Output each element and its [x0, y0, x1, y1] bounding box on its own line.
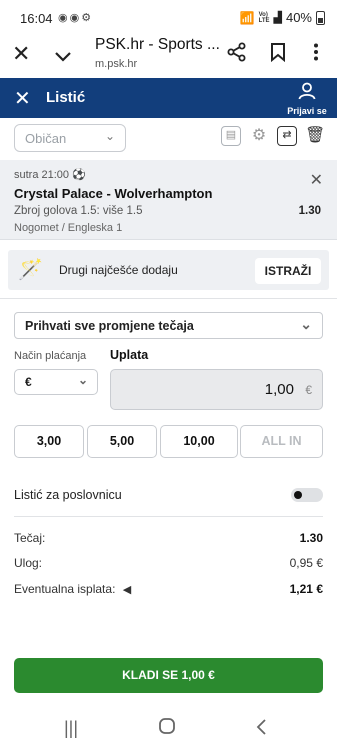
bet-match: Crystal Palace - Wolverhampton	[14, 186, 213, 201]
calculator-icon[interactable]: ▤	[221, 126, 241, 146]
chevron-down-icon: ⌄	[300, 316, 312, 332]
quick-stake-10[interactable]: 10,00	[160, 425, 238, 458]
settings-icon[interactable]: ⚙	[249, 126, 269, 146]
place-bet-button[interactable]: KLADI SE 1,00 €	[14, 658, 323, 693]
summary-stake-label: Ulog:	[14, 556, 43, 570]
close-tab-icon[interactable]: ✕	[12, 41, 30, 67]
status-right: 📶 Vo) LTE ▟ 40%	[240, 10, 325, 25]
wifi-icon: 📶	[239, 10, 255, 25]
summary-payout-row: Eventualna isplata: ◀ 1,21 €	[14, 582, 323, 596]
summary-odds-value: 1.30	[299, 531, 323, 545]
notification-icons: ◉◉⚙	[58, 12, 94, 24]
volte-icon: Vo) LTE	[258, 11, 270, 24]
payout-info-icon[interactable]: ◀	[123, 584, 131, 596]
odds-change-value: Prihvati sve promjene tečaja	[25, 319, 194, 333]
chevron-down-icon: ⌄	[104, 129, 115, 143]
slip-title: Listić	[46, 89, 86, 106]
chevron-down-icon: ⌄	[77, 373, 88, 387]
remove-bet-icon[interactable]: ✕	[310, 170, 323, 190]
bookmark-icon[interactable]	[270, 42, 286, 67]
page-url[interactable]: m.psk.hr	[95, 58, 137, 70]
currency-value: €	[25, 375, 32, 389]
page-title: PSK.hr - Sports ...	[95, 36, 220, 53]
battery-icon	[316, 10, 325, 25]
status-time: 16:04	[20, 11, 53, 26]
user-icon	[298, 82, 316, 100]
bet-selection: sutra 21:00 ⚽ Crystal Palace - Wolverham…	[0, 160, 337, 240]
signal-icon: ▟	[273, 12, 282, 24]
slip-type-select[interactable]: Običan ⌄	[14, 124, 126, 152]
suggestion-text: Drugi najčešće dodaju	[59, 263, 178, 277]
stake-value: 1,00	[264, 381, 294, 398]
chevron-down-icon[interactable]	[54, 43, 72, 69]
close-slip-icon[interactable]: ✕	[14, 86, 31, 111]
status-bar: 16:04 ◉◉⚙ 📶 Vo) LTE ▟ 40%	[0, 0, 337, 34]
payment-method-label: Način plaćanja	[14, 350, 87, 362]
divider	[14, 516, 323, 517]
system-nav-bar: |||	[0, 712, 337, 750]
summary-stake-row: Ulog: 0,95 €	[14, 556, 323, 570]
shop-slip-label: Listić za poslovnicu	[14, 488, 122, 502]
login-button[interactable]: Prijavi se	[287, 82, 327, 116]
summary-odds-row: Tečaj: 1.30	[14, 531, 323, 545]
slip-type-value: Običan	[25, 131, 67, 146]
divider	[0, 298, 337, 299]
summary-stake-value: 0,95 €	[289, 556, 323, 570]
explore-button[interactable]: ISTRAŽI	[255, 258, 321, 284]
all-in-button[interactable]: ALL IN	[240, 425, 323, 458]
bet-league: Nogomet / Engleska 1	[14, 222, 123, 234]
stake-input[interactable]: 1,00 €	[110, 369, 323, 410]
quick-stake-5[interactable]: 5,00	[87, 425, 157, 458]
magic-wand-icon: 🪄	[18, 259, 43, 281]
quick-stake-3[interactable]: 3,00	[14, 425, 84, 458]
summary-odds-label: Tečaj:	[14, 531, 46, 545]
summary-payout-label: Eventualna isplata:	[14, 582, 116, 596]
recent-apps-icon[interactable]: |||	[64, 718, 78, 739]
suggestion-banner: 🪄 Drugi najčešće dodaju ISTRAŽI	[8, 250, 329, 290]
summary-payout-value: 1,21 €	[289, 582, 323, 596]
bet-time: sutra 21:00 ⚽	[14, 169, 86, 181]
more-menu-icon[interactable]	[313, 43, 319, 66]
home-icon[interactable]	[158, 717, 176, 740]
football-icon: ⚽	[72, 169, 86, 181]
toggle-knob	[294, 491, 302, 499]
trash-icon[interactable]: 🗑	[305, 126, 325, 146]
currency-select[interactable]: € ⌄	[14, 369, 98, 395]
stake-currency: €	[305, 383, 312, 397]
login-label: Prijavi se	[287, 106, 327, 116]
odds-change-select[interactable]: Prihvati sve promjene tečaja ⌄	[14, 312, 323, 339]
stake-label: Uplata	[110, 348, 149, 362]
browser-bar: ✕ PSK.hr - Sports ... m.psk.hr	[0, 34, 337, 78]
slip-header: ✕ Listić Prijavi se	[0, 78, 337, 118]
bet-market: Zbroj golova 1.5: više 1.5	[14, 205, 143, 217]
battery-percent: 40%	[285, 10, 312, 25]
shop-slip-toggle[interactable]	[291, 488, 323, 502]
back-icon[interactable]	[255, 718, 267, 741]
share-slip-icon[interactable]: ⇄	[277, 126, 297, 146]
share-icon[interactable]	[227, 42, 247, 67]
bet-odds: 1.30	[298, 205, 321, 217]
